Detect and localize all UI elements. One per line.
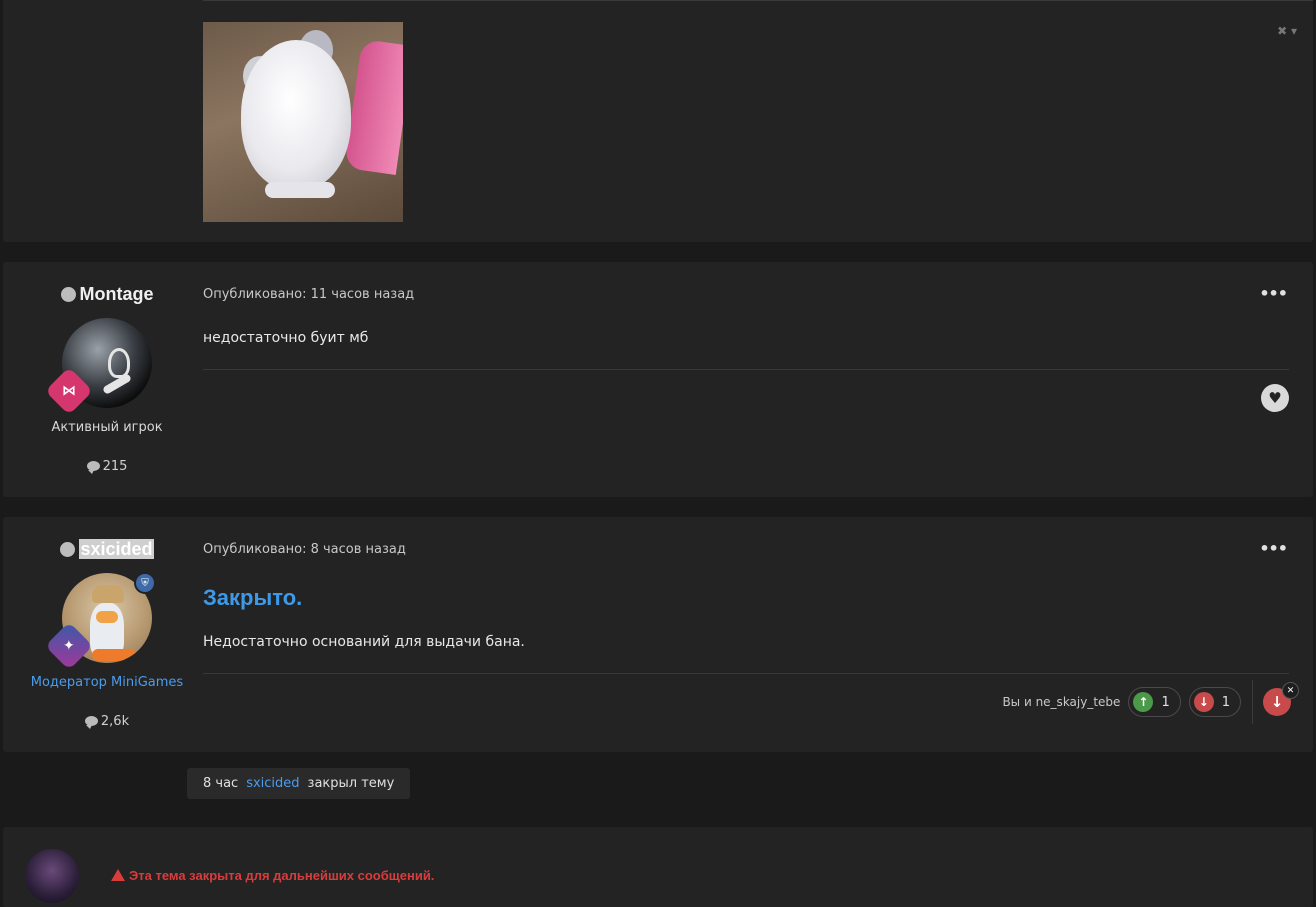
author-title[interactable]: Модератор MiniGames bbox=[3, 675, 211, 690]
author-name[interactable]: Montage bbox=[3, 284, 211, 305]
event-time: 8 час bbox=[203, 776, 239, 791]
close-caret-icon[interactable]: ✖ ▾ bbox=[1277, 24, 1297, 38]
post-count: 215 bbox=[3, 459, 211, 474]
reactions-bar: Вы и ne_skajy_tebe ↑ 1 ↓ 1 bbox=[1002, 687, 1241, 717]
warning-icon bbox=[111, 869, 125, 881]
shield-icon: ⛨ bbox=[134, 572, 156, 594]
offline-status-icon bbox=[60, 542, 76, 557]
post-heading: Закрыто. bbox=[203, 585, 303, 610]
locked-message: Эта тема закрыта для дальнейших сообщени… bbox=[111, 868, 434, 883]
reply-area: Эта тема закрыта для дальнейших сообщени… bbox=[3, 827, 1313, 907]
upvote-count: 1 bbox=[1161, 694, 1170, 710]
divider bbox=[203, 0, 1313, 1]
downvote-count: 1 bbox=[1221, 694, 1230, 710]
post-gif: ✖ ▾ bbox=[3, 0, 1313, 242]
event-user-link[interactable]: sxicided bbox=[246, 776, 299, 791]
divider bbox=[203, 369, 1289, 370]
event-action: закрыл тему bbox=[307, 776, 395, 791]
avatar[interactable] bbox=[25, 849, 79, 903]
reactions-summary[interactable]: Вы и ne_skajy_tebe bbox=[1002, 695, 1120, 709]
post-date[interactable]: Опубликовано: 8 часов назад bbox=[203, 542, 406, 557]
divider bbox=[1252, 680, 1253, 724]
more-options-icon[interactable]: ••• bbox=[1259, 539, 1288, 558]
author-name[interactable]: sxicided bbox=[3, 539, 211, 560]
heart-icon[interactable]: ♥ bbox=[1261, 384, 1289, 412]
offline-status-icon bbox=[60, 287, 76, 302]
post-date[interactable]: Опубликовано: 11 часов назад bbox=[203, 287, 414, 302]
comment-icon bbox=[86, 461, 100, 474]
post-sxicided: sxicided ⛨ ✦ Модератор MiniGames 2,6k Оп… bbox=[3, 517, 1313, 752]
post-count: 2,6k bbox=[3, 714, 211, 729]
arrow-down-icon: ↓ bbox=[1193, 692, 1214, 712]
moderation-event: 8 час sxicided закрыл тему bbox=[187, 768, 411, 799]
more-options-icon[interactable]: ••• bbox=[1259, 284, 1288, 303]
post-montage: Montage ⋈ Активный игрок 215 Опубликован… bbox=[3, 262, 1313, 497]
comment-icon bbox=[84, 716, 98, 729]
author-title: Активный игрок bbox=[51, 420, 163, 435]
arrow-up-icon: ↑ bbox=[1133, 692, 1154, 712]
downvote-reaction[interactable]: ↓ 1 bbox=[1188, 687, 1241, 717]
remove-reaction-close-icon[interactable]: ✕ bbox=[1282, 682, 1299, 699]
post-content: Недостаточно оснований для выдачи бана. bbox=[203, 634, 525, 650]
post-content: недостаточно буит мб bbox=[203, 330, 369, 346]
divider bbox=[203, 673, 1289, 674]
post-image-gif[interactable] bbox=[203, 22, 403, 222]
upvote-reaction[interactable]: ↑ 1 bbox=[1128, 687, 1181, 717]
